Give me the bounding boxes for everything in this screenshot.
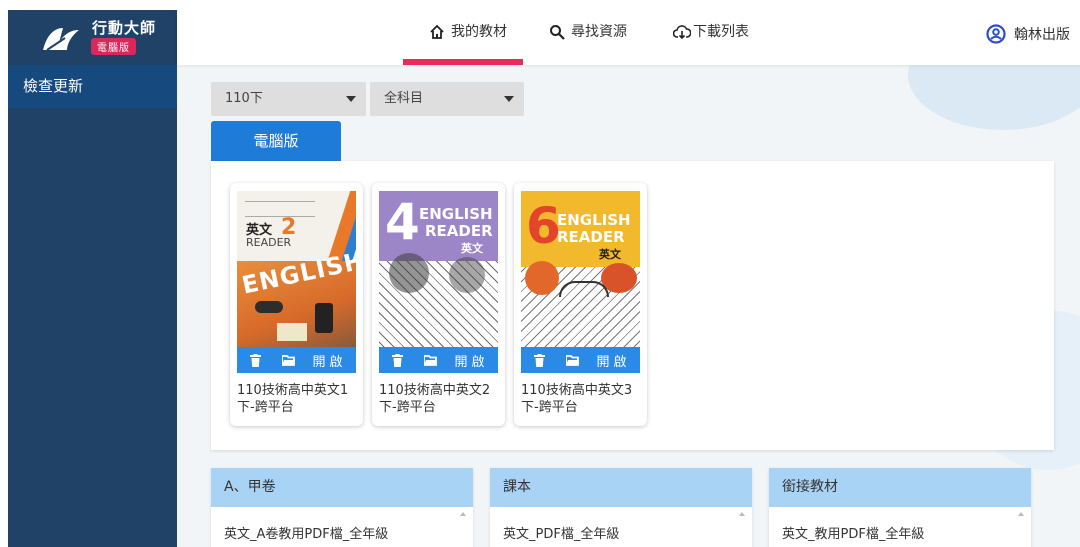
cover-number: 4 [385,193,420,251]
cover-subject: 英文 [599,248,621,261]
logo-icon [43,28,79,51]
main-content: 110下 全科目 電腦版 英文 2 READER ENGLISH 開啟 110技… [177,65,1080,547]
tab-label: 我的教材 [451,24,507,40]
tab-my-materials[interactable]: 我的教材 [403,10,523,65]
subject-value: 全科目 [384,91,424,106]
resource-item[interactable]: 英文_A卷教用PDF檔_全年級 [211,523,473,542]
app-window: 行動大師 電腦版 檢查更新 我的教材 尋找資源 下載列表 翰林出版 110下 全… [8,10,1080,547]
book-title: 110技術高中英文2下-跨平台 [379,383,491,415]
cover-line1: ENGLISH [419,205,493,223]
resource-panel: A、甲卷 英文_A卷教用PDF檔_全年級 [211,468,473,547]
resource-item[interactable]: 英文_PDF檔_全年級 [490,523,752,542]
book-title: 110技術高中英文1下-跨平台 [237,383,349,415]
semester-select[interactable]: 110下 [211,82,366,116]
sidebar: 行動大師 電腦版 檢查更新 [8,10,177,547]
home-icon [430,24,444,39]
tab-desktop-version[interactable]: 電腦版 [211,121,341,161]
cover-object [255,301,283,313]
resource-panel: 銜接教材 英文_教用PDF檔_全年級 [769,468,1031,547]
cover-line2: READER [557,228,625,246]
cover-line2: READER [425,222,493,240]
tab-find-resources[interactable]: 尋找資源 [549,10,649,65]
caret-down-icon [504,96,514,102]
resource-header: A、甲卷 [211,468,473,507]
book-cover[interactable]: 4 ENGLISH READER 英文 [379,191,498,347]
books-panel: 英文 2 READER ENGLISH 開啟 110技術高中英文1下-跨平台 4… [211,161,1054,450]
open-button[interactable]: 開啟 [587,351,640,370]
folder-icon[interactable] [415,354,445,366]
cover-illustration-tree [525,261,559,295]
caret-down-icon [346,96,356,102]
app-badge: 電腦版 [91,38,136,55]
book-title: 110技術高中英文3下-跨平台 [521,383,633,415]
book-actions: 開啟 [521,347,640,373]
open-button[interactable]: 開啟 [303,351,356,370]
cover-number: 6 [526,197,561,255]
scroll-up-icon[interactable] [1018,512,1024,516]
semester-value: 110下 [225,91,263,106]
scroll-up-icon[interactable] [739,512,745,516]
trash-icon[interactable] [237,353,273,367]
cover-brand: READER [246,236,292,249]
cover-text-lines [245,201,315,217]
app-title: 行動大師 [92,19,157,37]
cover-object [315,303,333,333]
book-actions: 開啟 [379,347,498,373]
book-cover[interactable]: 英文 2 READER ENGLISH [237,191,356,347]
cover-subject: 英文 [461,242,483,255]
trash-icon[interactable] [521,353,557,367]
tab-label: 尋找資源 [571,24,627,40]
cover-illustration-gate [559,281,609,297]
folder-icon[interactable] [557,354,587,366]
cover-illustration-tree [389,253,429,293]
top-navigation: 我的教材 尋找資源 下載列表 翰林出版 [177,10,1080,65]
trash-icon[interactable] [379,353,415,367]
folder-icon[interactable] [273,354,303,366]
tab-download-list[interactable]: 下載列表 [673,10,773,65]
cover-object [277,323,307,341]
subject-select[interactable]: 全科目 [370,82,524,116]
tab-label: 下載列表 [693,24,749,40]
book-cover[interactable]: 6 ENGLISH READER 英文 [521,191,640,347]
user-circle-icon [986,24,1006,44]
resource-header: 銜接教材 [769,468,1031,507]
scroll-up-icon[interactable] [460,512,466,516]
book-actions: 開啟 [237,347,356,373]
book-card[interactable]: 英文 2 READER ENGLISH 開啟 110技術高中英文1下-跨平台 [230,183,363,426]
book-card[interactable]: 4 ENGLISH READER 英文 開啟 110技術高中英文2下-跨平台 [372,183,505,426]
book-card[interactable]: 6 ENGLISH READER 英文 開啟 110技術高中英文3下-跨平台 [514,183,647,426]
app-logo: 行動大師 電腦版 [8,10,177,65]
resource-item[interactable]: 英文_教用PDF檔_全年級 [769,523,1031,542]
sidebar-item-check-update[interactable]: 檢查更新 [8,65,177,108]
open-button[interactable]: 開啟 [445,351,498,370]
cover-illustration-tree [449,257,485,293]
search-icon [550,25,565,40]
cover-line1: ENGLISH [557,211,631,229]
user-label: 翰林出版 [1014,27,1070,43]
resource-panel: 課本 英文_PDF檔_全年級 [490,468,752,547]
resource-header: 課本 [490,468,752,507]
cloud-download-icon [673,25,691,40]
user-menu[interactable]: 翰林出版 [986,24,1070,44]
